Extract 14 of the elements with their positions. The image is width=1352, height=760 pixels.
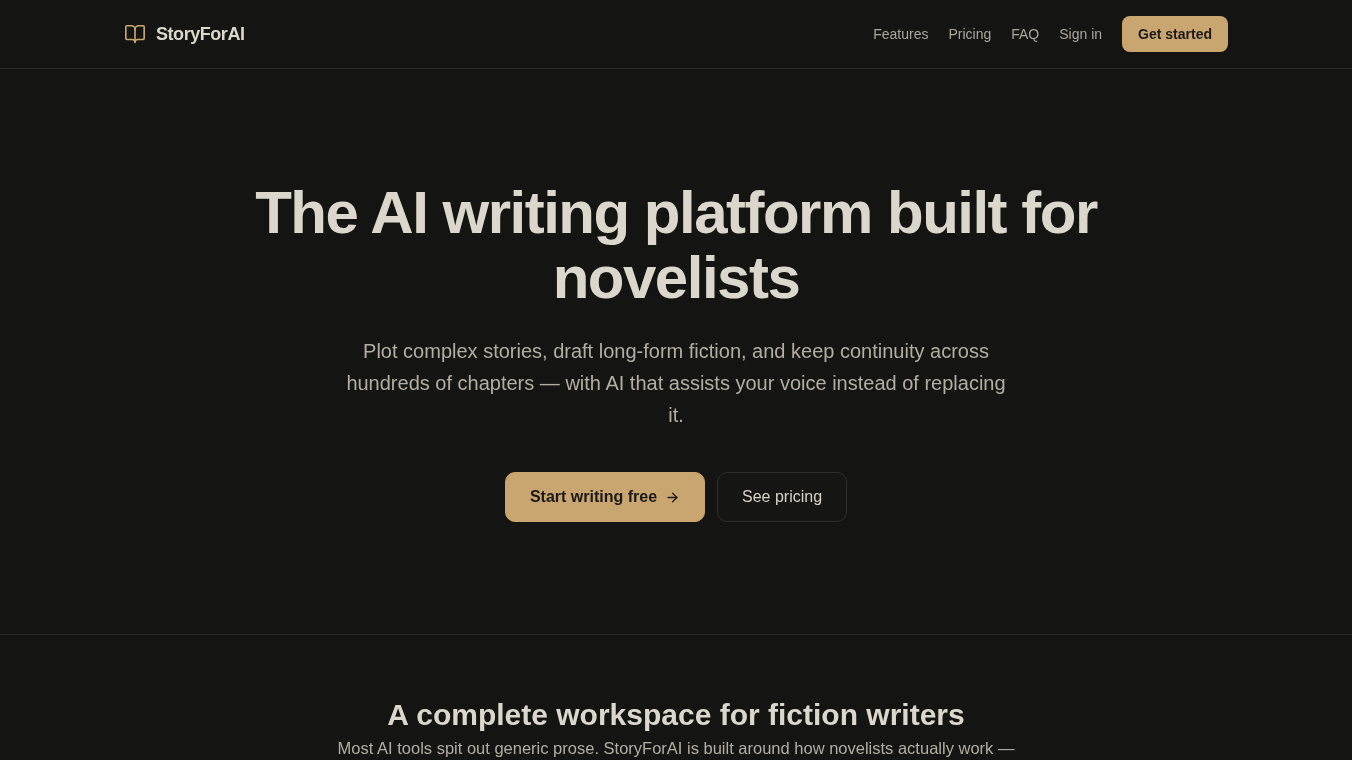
get-started-button[interactable]: Get started [1122,16,1228,52]
open-book-icon [124,23,146,45]
logo-text[interactable]: StoryForAI [156,23,245,45]
hero-subtitle: Plot complex stories, draft long-form fiction, and keep continuity across hundreds of chapters — with AI that assists your voice instead of replacing it. [345,339,1007,428]
nav-link[interactable]: FAQ [1011,26,1040,42]
section-intro: Most AI tools spit out generic prose. StoryForAI is built around how novelists actually work — [337,738,1015,759]
start-writing-button[interactable]: Start writing free [504,472,706,522]
nav-link[interactable]: Features [873,26,929,42]
nav-link[interactable]: Pricing [948,26,992,42]
section-heading: A complete workspace for fiction writers [387,697,965,733]
hero-title: The AI writing platform built for novelists [254,180,1099,310]
arrow-right-icon [665,489,681,505]
nav-link[interactable]: Sign in [1059,26,1103,42]
see-pricing-button[interactable]: See pricing [717,472,848,522]
